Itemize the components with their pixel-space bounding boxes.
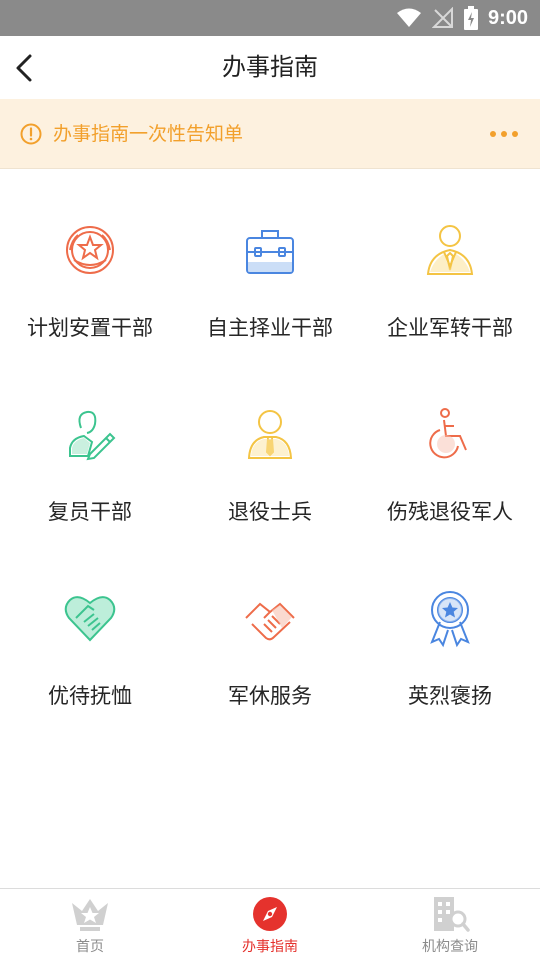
grid-item-label: 英烈褒扬 xyxy=(408,684,492,708)
more-dot-icon xyxy=(501,131,507,137)
tab-home[interactable]: 首页 xyxy=(0,889,180,960)
grid-item-label: 计划安置干部 xyxy=(27,316,153,340)
app-header: 办事指南 xyxy=(0,36,540,99)
grid-item-label: 复员干部 xyxy=(48,500,132,524)
no-signal-icon xyxy=(431,7,453,28)
bottom-tab-bar: 首页 办事指南 机构查询 xyxy=(0,888,540,960)
grid-item-label: 军休服务 xyxy=(228,684,312,708)
grid-item-martyr-commendation[interactable]: 英烈褒扬 xyxy=(360,538,540,722)
compass-icon xyxy=(253,897,287,931)
status-time: 9:00 xyxy=(487,6,528,29)
tab-label: 首页 xyxy=(76,939,104,955)
building-search-icon xyxy=(434,897,470,932)
army-badge-icon xyxy=(66,226,114,274)
briefcase-icon xyxy=(246,230,294,274)
handshake-icon xyxy=(245,602,295,641)
businessman-icon xyxy=(426,225,474,275)
warning-circle-icon xyxy=(20,123,42,145)
battery-icon xyxy=(463,6,478,30)
status-bar: 9:00 xyxy=(0,0,540,36)
grid-item-disabled-veterans[interactable]: 伤残退役军人 xyxy=(360,354,540,538)
grid-item-demobilized-cadres[interactable]: 复员干部 xyxy=(0,354,180,538)
grid-item-retired-cadre-service[interactable]: 军休服务 xyxy=(180,538,360,722)
tab-label: 办事指南 xyxy=(242,939,298,955)
heart-handshake-icon xyxy=(64,596,116,642)
tab-label: 机构查询 xyxy=(422,939,478,955)
person-tie-icon xyxy=(247,410,293,459)
grid-item-enterprise-cadres[interactable]: 企业军转干部 xyxy=(360,170,540,354)
grid-item-self-employed-cadres[interactable]: 自主择业干部 xyxy=(180,170,360,354)
grid-item-preferential-treatment[interactable]: 优待抚恤 xyxy=(0,538,180,722)
tab-institution-search[interactable]: 机构查询 xyxy=(360,889,540,960)
grid-item-label: 退役士兵 xyxy=(228,500,312,524)
person-edit-icon xyxy=(69,410,116,461)
grid-item-label: 企业军转干部 xyxy=(387,316,513,340)
wifi-icon xyxy=(396,8,421,27)
grid-item-planned-placement-cadres[interactable]: 计划安置干部 xyxy=(0,170,180,354)
grid-item-label: 自主择业干部 xyxy=(207,316,333,340)
tab-guide[interactable]: 办事指南 xyxy=(180,889,360,960)
wheelchair-icon xyxy=(429,408,467,459)
more-dot-icon xyxy=(512,131,518,137)
more-button[interactable] xyxy=(484,121,524,147)
notice-banner[interactable]: 办事指南一次性告知单 xyxy=(0,99,540,169)
grid-item-label: 优待抚恤 xyxy=(48,684,132,708)
medal-icon xyxy=(430,591,470,648)
grid-item-retired-soldiers[interactable]: 退役士兵 xyxy=(180,354,360,538)
page-title: 办事指南 xyxy=(222,53,318,81)
notice-text: 办事指南一次性告知单 xyxy=(53,123,244,145)
army-star-icon xyxy=(72,899,108,931)
more-dot-icon xyxy=(490,131,496,137)
grid-item-label: 伤残退役军人 xyxy=(387,500,513,524)
